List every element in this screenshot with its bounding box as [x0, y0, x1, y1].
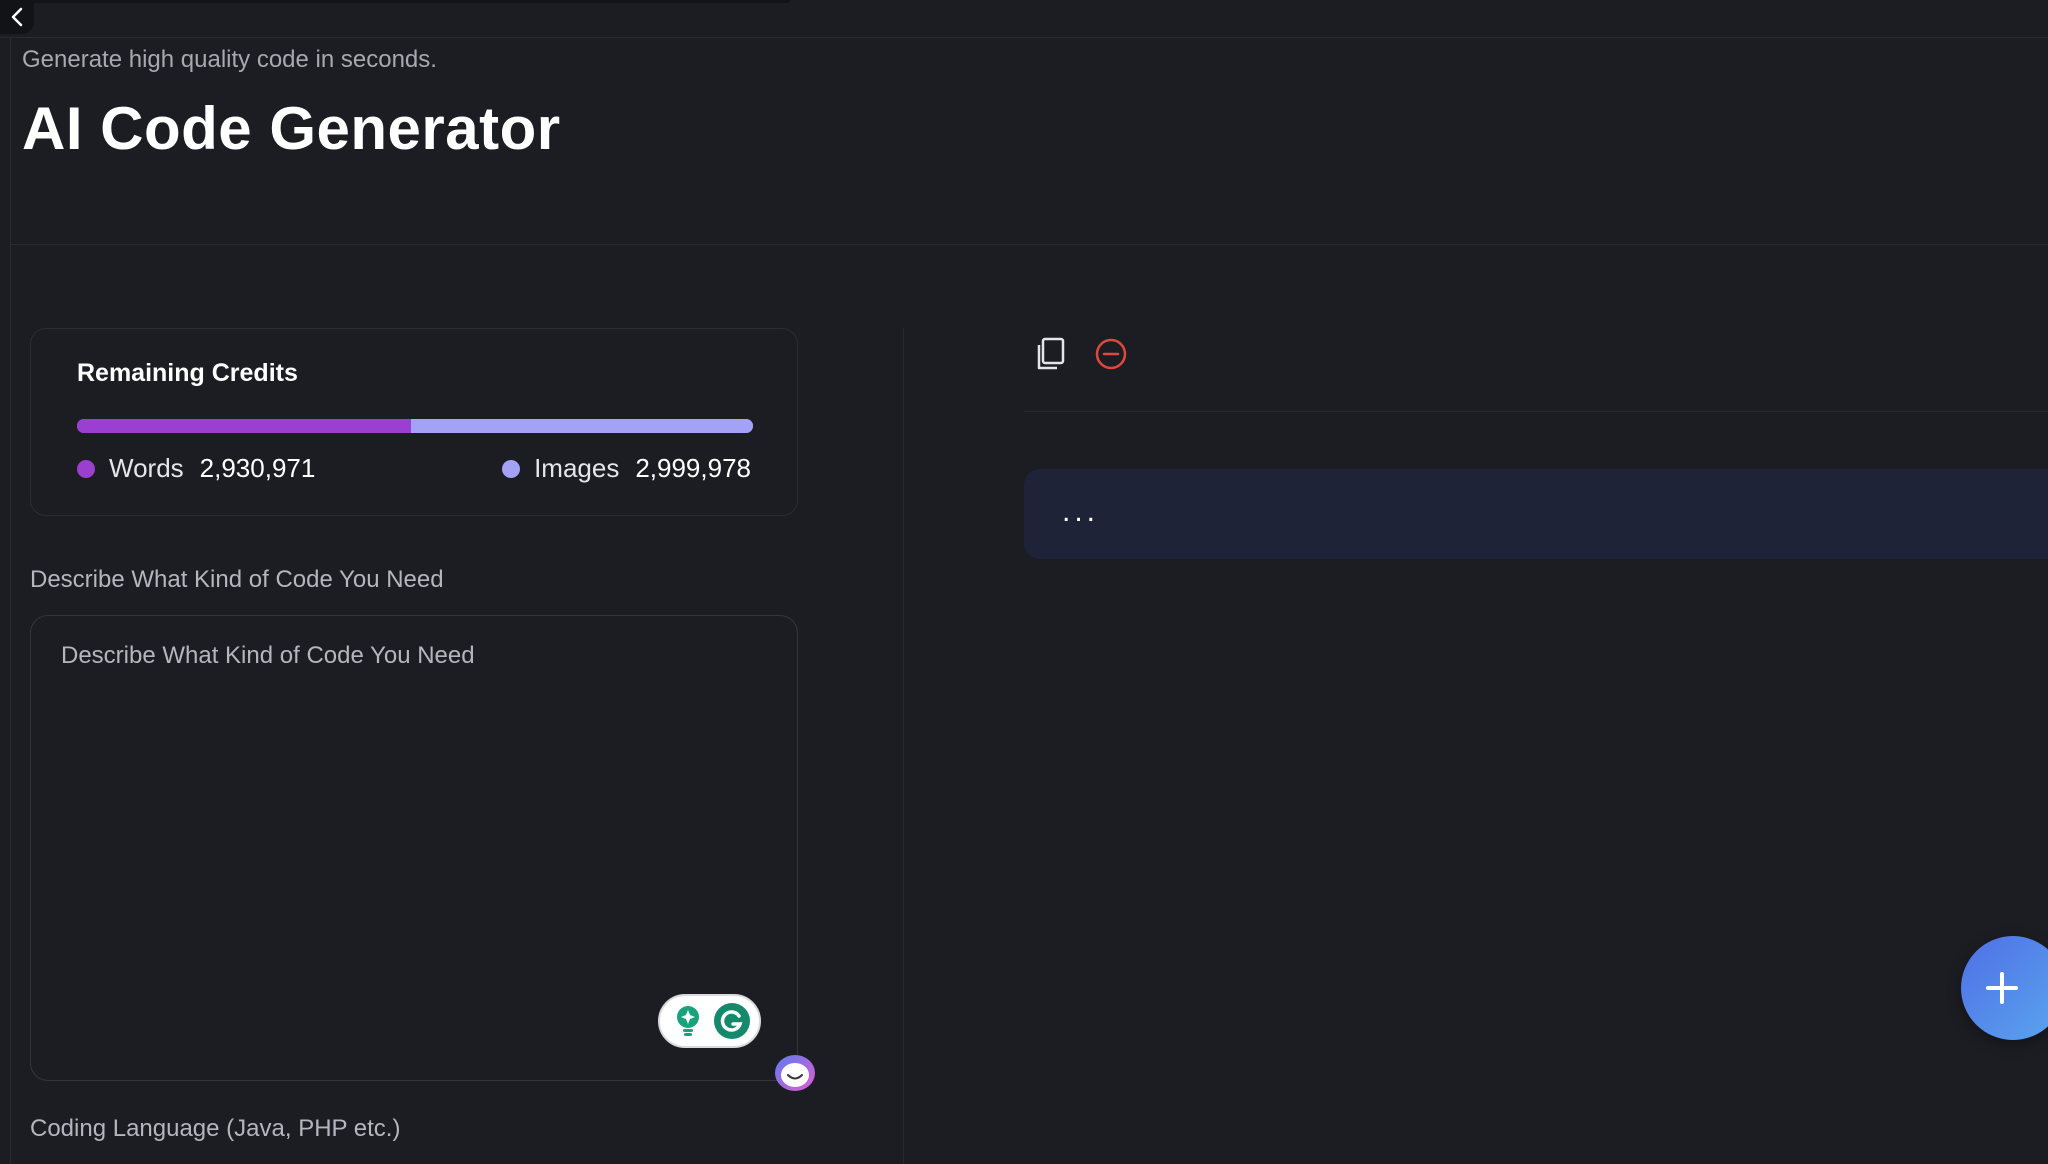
grammarly-icon[interactable] — [713, 1003, 750, 1039]
remaining-credits-card: Remaining Credits Words 2,930,971 Images… — [30, 328, 798, 516]
writing-assistant-pill[interactable] — [658, 994, 761, 1048]
chevron-left-icon — [11, 7, 23, 27]
top-bar-shadow — [20, 0, 790, 3]
images-label: Images — [534, 453, 620, 483]
words-label: Words — [109, 453, 184, 483]
credits-title: Remaining Credits — [77, 359, 298, 387]
language-label: Coding Language (Java, PHP etc.) — [30, 1115, 401, 1142]
words-value: 2,930,971 — [199, 453, 316, 483]
assistant-avatar-icon[interactable] — [773, 1053, 817, 1093]
output-divider — [1024, 411, 2048, 412]
delete-icon — [1095, 338, 1127, 370]
back-button[interactable] — [0, 0, 34, 34]
images-dot-icon — [502, 459, 521, 478]
page-title: AI Code Generator — [22, 95, 561, 162]
output-panel: ... — [1024, 469, 2048, 559]
credits-bar-words — [77, 419, 411, 433]
legend-images: Images 2,999,978 — [502, 453, 751, 484]
column-divider — [903, 328, 904, 1164]
page-subtitle: Generate high quality code in seconds. — [22, 46, 437, 73]
words-dot-icon — [77, 459, 95, 478]
add-button[interactable] — [1961, 936, 2048, 1040]
credits-bar-images — [410, 419, 753, 433]
plus-icon — [1986, 972, 2018, 1004]
output-content: ... — [1062, 495, 1100, 528]
copy-icon — [1037, 337, 1065, 370]
copy-button[interactable] — [1034, 336, 1068, 372]
legend-words: Words 2,930,971 — [77, 453, 315, 484]
lightbulb-icon[interactable] — [669, 1003, 706, 1039]
images-value: 2,999,978 — [635, 453, 751, 483]
output-toolbar — [1034, 336, 1128, 372]
description-field-container — [30, 615, 798, 1081]
delete-button[interactable] — [1094, 336, 1128, 372]
top-bar — [0, 0, 2048, 38]
credits-progress-bar — [77, 419, 753, 433]
description-label: Describe What Kind of Code You Need — [30, 566, 444, 593]
